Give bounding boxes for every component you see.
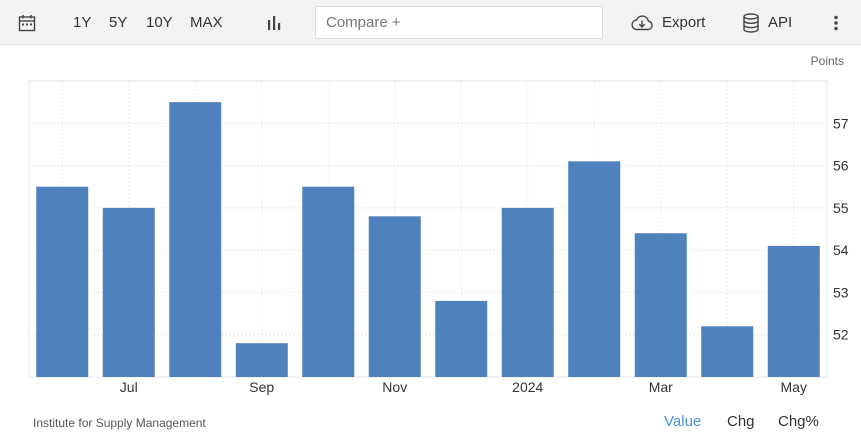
bar-sep[interactable] <box>235 343 288 377</box>
y-tick-label: 57 <box>833 115 849 131</box>
x-tick-label: Sep <box>249 379 274 395</box>
bar-nov[interactable] <box>368 216 421 377</box>
bar-jun[interactable] <box>36 186 89 377</box>
y-tick-label: 55 <box>833 200 849 216</box>
y-tick-label: 53 <box>833 284 849 300</box>
bar-apr[interactable] <box>701 326 754 377</box>
bar-feb[interactable] <box>568 161 621 377</box>
view-chg-pct-button[interactable]: Chg% <box>778 413 819 430</box>
x-tick-label: 2024 <box>512 379 543 395</box>
source-label: Institute for Supply Management <box>33 416 206 430</box>
bar-mar[interactable] <box>634 233 687 377</box>
bar-aug[interactable] <box>169 102 222 378</box>
x-tick-label: Nov <box>382 379 407 395</box>
bar-jul[interactable] <box>102 207 155 377</box>
bar-oct[interactable] <box>302 186 355 377</box>
y-tick-label: 52 <box>833 327 849 343</box>
x-tick-label: May <box>781 379 807 395</box>
bar-may[interactable] <box>767 245 820 377</box>
x-tick-label: Jul <box>120 379 138 395</box>
bar-dec[interactable] <box>435 300 488 377</box>
x-tick-label: Mar <box>649 379 673 395</box>
view-chg-button[interactable]: Chg <box>727 413 755 430</box>
y-tick-label: 56 <box>833 158 849 174</box>
bar-2024[interactable] <box>501 207 554 377</box>
y-tick-label: 54 <box>833 242 849 258</box>
view-value-button[interactable]: Value <box>664 413 701 430</box>
bar-chart: 52 53 54 55 56 57 Jul Sep Nov 2024 Mar May <box>28 80 849 395</box>
